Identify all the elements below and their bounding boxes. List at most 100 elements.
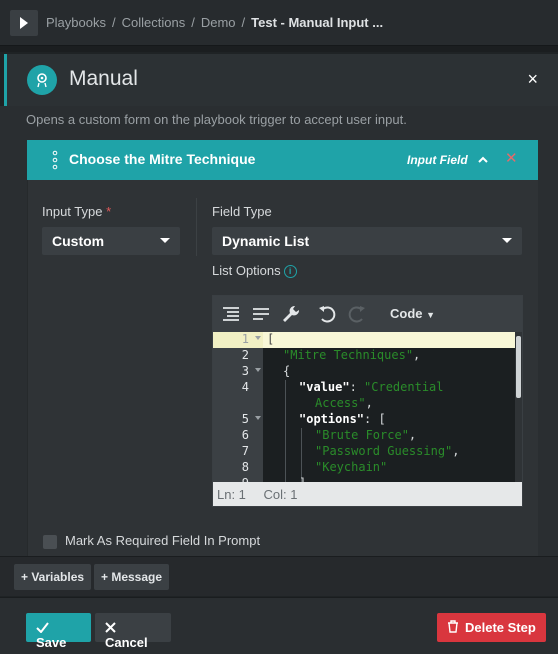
editor-toolbar: Code ▼ [213, 296, 522, 332]
caret-down-icon [502, 238, 512, 243]
info-icon[interactable]: i [283, 265, 297, 279]
line-number: 3 [241, 364, 249, 378]
line-number: 6 [241, 428, 249, 442]
redo-icon[interactable] [347, 304, 367, 324]
save-button[interactable]: Save [26, 613, 91, 650]
code-token: , [413, 348, 421, 362]
panel-gap [0, 46, 558, 52]
breadcrumb-collections[interactable]: Collections [122, 15, 186, 30]
close-icon [105, 622, 116, 633]
line-number: 2 [241, 348, 249, 362]
breadcrumb-separator: / [241, 15, 246, 30]
caret-down-icon [160, 238, 170, 243]
cursor-line: Ln: 1 [217, 487, 246, 502]
code-line-4-wrap: Access", [315, 396, 373, 412]
insert-variables-button[interactable]: + Variables [14, 564, 92, 590]
required-marker: * [106, 204, 112, 219]
undo-icon[interactable] [317, 304, 337, 324]
line-number: 7 [241, 444, 249, 458]
breadcrumb-playbooks[interactable]: Playbooks [46, 15, 106, 30]
remove-field-icon[interactable]: ✕ [505, 149, 518, 167]
code-line-2: "Mitre Techniques", [283, 348, 420, 364]
close-icon[interactable]: × [527, 69, 538, 90]
line-number [213, 396, 263, 412]
insert-message-button[interactable]: + Message [94, 564, 170, 590]
cancel-button[interactable]: Cancel [95, 613, 171, 650]
active-line-highlight [263, 332, 515, 348]
json-editor[interactable]: Code ▼ 1 2 3 4 5 6 7 8 9 [ "Mitre Techni… [212, 295, 523, 507]
fold-arrow-icon[interactable] [255, 368, 261, 372]
code-line-5: "options": [ [299, 412, 386, 428]
input-type-select[interactable]: Custom [42, 227, 180, 255]
code-token: "options" [299, 412, 365, 426]
code-token: , [452, 444, 460, 458]
manual-trigger-icon [27, 65, 57, 95]
line-number: 8 [241, 460, 249, 474]
breadcrumb-separator: / [111, 15, 116, 30]
code-line-4: "value": "Credential [299, 380, 444, 396]
caret-down-icon: ▼ [426, 310, 436, 320]
code-area[interactable]: 1 2 3 4 5 6 7 8 9 [ "Mitre Techniques", … [213, 332, 522, 482]
editor-mode-select[interactable]: Code ▼ [390, 306, 435, 321]
code-line-3: { [283, 364, 290, 380]
line-number: 1 [213, 332, 263, 348]
input-type-value: Custom [52, 233, 105, 249]
editor-mode-label: Code [390, 306, 423, 321]
list-options-label-text: List Options [212, 263, 281, 278]
cursor-column: Col: 1 [263, 487, 298, 502]
drag-handle-icon[interactable] [52, 150, 58, 170]
input-field-title: Choose the Mitre Technique [69, 151, 256, 167]
fold-arrow-icon[interactable] [255, 416, 261, 420]
code-token: , [365, 396, 373, 410]
code-token: "Keychain" [315, 460, 388, 474]
list-options-label: List Options i [212, 263, 297, 279]
input-type-label: Input Type * [42, 204, 111, 219]
code-token: [ [267, 332, 275, 346]
step-title: Manual [69, 67, 138, 90]
code-token: { [283, 364, 291, 378]
input-field-card-header[interactable]: Choose the Mitre Technique Input Field ✕ [27, 140, 538, 180]
field-type-label: Field Type [212, 204, 272, 219]
wrench-icon[interactable] [281, 304, 301, 324]
code-token: "value" [299, 380, 350, 394]
chevron-up-icon[interactable] [477, 154, 489, 166]
code-token: : [ [364, 412, 386, 426]
indent-guide [301, 428, 302, 482]
delete-label: Delete Step [465, 620, 536, 635]
top-bar: Playbooks / Collections / Demo / Test - Manual… [0, 0, 558, 46]
check-icon [36, 622, 49, 634]
trash-icon [448, 620, 458, 633]
code-line-8: "Keychain" [315, 460, 387, 476]
field-type-value: Dynamic List [222, 233, 310, 249]
code-token: Access" [315, 396, 366, 410]
step-header: Manual × [4, 54, 558, 106]
breadcrumb-demo[interactable]: Demo [201, 15, 236, 30]
expand-sidebar-button[interactable] [10, 10, 38, 36]
code-token: "Password Guessing" [315, 444, 453, 458]
column-divider [196, 198, 197, 256]
code-line-1: [ [267, 332, 274, 348]
code-line-6: "Brute Force", [315, 428, 416, 444]
delete-step-button[interactable]: Delete Step [437, 613, 546, 642]
compact-icon[interactable] [251, 304, 271, 324]
editor-scrollbar-thumb[interactable] [516, 336, 521, 398]
format-icon[interactable] [221, 304, 241, 324]
editor-statusbar: Ln: 1 Col: 1 [213, 482, 522, 506]
line-number: 4 [241, 380, 249, 394]
indent-guide [285, 380, 286, 482]
code-token: , [408, 428, 417, 442]
play-icon [20, 17, 28, 29]
code-token: "Brute Force" [315, 428, 409, 442]
save-label: Save [36, 635, 67, 650]
code-token: "Credential [364, 380, 444, 394]
breadcrumb-separator: / [191, 15, 195, 30]
field-type-select[interactable]: Dynamic List [212, 227, 522, 255]
breadcrumb: Playbooks / Collections / Demo / Test - Manual… [46, 15, 383, 30]
line-number: 5 [241, 412, 249, 426]
required-field-label[interactable]: Mark As Required Field In Prompt [65, 533, 260, 548]
breadcrumb-current: Test - Manual Input ... [251, 15, 384, 30]
required-field-checkbox[interactable] [43, 535, 57, 549]
fold-arrow-icon[interactable] [255, 336, 261, 340]
code-line-7: "Password Guessing", [315, 444, 460, 460]
cancel-label: Cancel [105, 635, 148, 650]
